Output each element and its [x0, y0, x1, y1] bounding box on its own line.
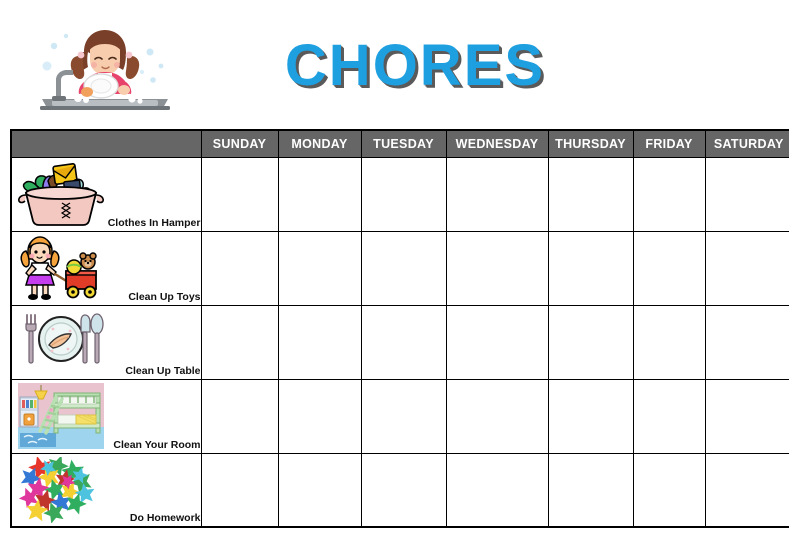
chore-chart-table: SUNDAY MONDAY TUESDAY WEDNESDAY THURSDAY… [10, 129, 789, 528]
girl-washing-dishes-icon [32, 22, 178, 110]
column-header-tuesday[interactable]: TUESDAY [360, 129, 447, 158]
check-cell-sunday[interactable] [200, 230, 279, 306]
check-cell-tuesday[interactable] [360, 378, 447, 454]
check-cell-wednesday[interactable] [445, 452, 549, 528]
check-cell-wednesday[interactable] [445, 304, 549, 380]
table-row: Clean Up Table [10, 304, 789, 380]
bunk-bed-room-icon [18, 382, 104, 449]
check-cell-friday[interactable] [632, 452, 706, 528]
check-cell-thursday[interactable] [547, 452, 634, 528]
check-cell-monday[interactable] [277, 304, 362, 380]
page-title: CHORES [284, 33, 546, 98]
chore-label: Clean Up Toys [128, 290, 201, 303]
girl-with-wagon-icon [18, 235, 104, 301]
check-cell-sunday[interactable] [200, 156, 279, 232]
check-cell-saturday[interactable] [704, 156, 789, 232]
check-cell-tuesday[interactable] [360, 304, 447, 380]
check-cell-wednesday[interactable] [445, 378, 549, 454]
check-cell-thursday[interactable] [547, 230, 634, 306]
chore-label: Clean Your Room [113, 438, 201, 451]
table-body: Clothes In Hamper Clean Up Toys Clean Up… [10, 156, 789, 528]
check-cell-thursday[interactable] [547, 156, 634, 232]
column-header-sunday[interactable]: SUNDAY [200, 129, 279, 158]
column-header-friday[interactable]: FRIDAY [632, 129, 706, 158]
check-cell-saturday[interactable] [704, 378, 789, 454]
table-row: Clothes In Hamper [10, 156, 789, 232]
check-cell-monday[interactable] [277, 230, 362, 306]
check-cell-saturday[interactable] [704, 304, 789, 380]
check-cell-friday[interactable] [632, 378, 706, 454]
check-cell-wednesday[interactable] [445, 230, 549, 306]
laundry-basket-icon [18, 161, 104, 227]
table-row: Clean Up Toys [10, 230, 789, 306]
check-cell-tuesday[interactable] [360, 156, 447, 232]
chore-cell-clean-up-table: Clean Up Table [10, 304, 202, 380]
table-header: SUNDAY MONDAY TUESDAY WEDNESDAY THURSDAY… [10, 129, 789, 158]
place-setting-icon [18, 309, 104, 375]
check-cell-thursday[interactable] [547, 378, 634, 454]
table-row: Clean Your Room [10, 378, 789, 454]
check-cell-monday[interactable] [277, 378, 362, 454]
check-cell-thursday[interactable] [547, 304, 634, 380]
chore-label: Do Homework [129, 512, 201, 524]
check-cell-sunday[interactable] [200, 452, 279, 528]
chore-cell-do-homework: Do Homework [10, 452, 202, 528]
check-cell-friday[interactable] [632, 304, 706, 380]
header-corner-cell [10, 129, 202, 158]
table-row: Do Homework [10, 452, 789, 528]
check-cell-monday[interactable] [277, 452, 362, 528]
chore-chart-page: CHORES SUNDAY MONDAY TUESDAY WEDNESDAY T… [0, 0, 789, 541]
column-header-monday[interactable]: MONDAY [277, 129, 362, 158]
chore-label: Clothes In Hamper [107, 216, 201, 229]
check-cell-tuesday[interactable] [360, 230, 447, 306]
check-cell-saturday[interactable] [704, 452, 789, 528]
check-cell-sunday[interactable] [200, 378, 279, 454]
page-title-wrap: CHORES [205, 30, 625, 102]
check-cell-wednesday[interactable] [445, 156, 549, 232]
column-header-thursday[interactable]: THURSDAY [547, 129, 634, 158]
check-cell-saturday[interactable] [704, 230, 789, 306]
chore-cell-clothes-in-hamper: Clothes In Hamper [10, 156, 202, 232]
check-cell-monday[interactable] [277, 156, 362, 232]
column-header-wednesday[interactable]: WEDNESDAY [445, 129, 549, 158]
check-cell-sunday[interactable] [200, 304, 279, 380]
column-header-saturday[interactable]: SATURDAY [704, 129, 789, 158]
colorful-stars-icon [18, 456, 104, 523]
table-header-row: SUNDAY MONDAY TUESDAY WEDNESDAY THURSDAY… [10, 129, 789, 158]
check-cell-friday[interactable] [632, 230, 706, 306]
chore-cell-clean-your-room: Clean Your Room [10, 378, 202, 454]
chore-cell-clean-up-toys: Clean Up Toys [10, 230, 202, 306]
chore-label: Clean Up Table [125, 364, 201, 377]
check-cell-friday[interactable] [632, 156, 706, 232]
page-banner: CHORES [0, 0, 789, 129]
check-cell-tuesday[interactable] [360, 452, 447, 528]
